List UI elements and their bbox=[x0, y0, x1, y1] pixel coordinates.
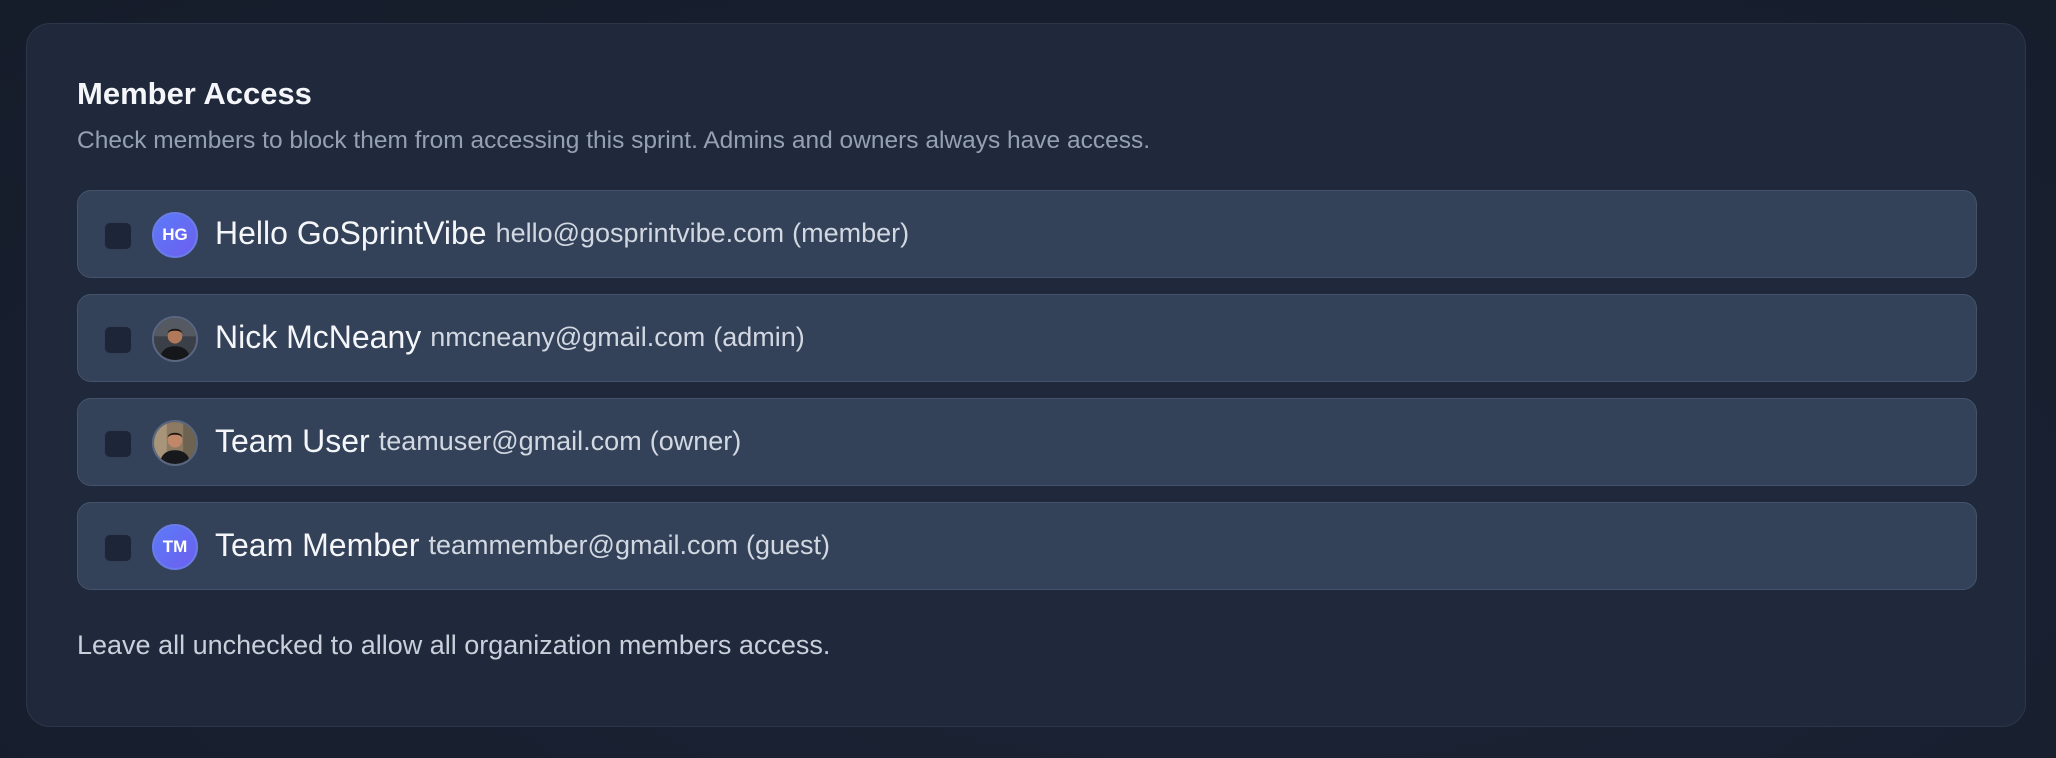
member-info: Nick McNeany nmcneany@gmail.com (admin) bbox=[215, 295, 805, 380]
user-photo-icon bbox=[154, 318, 196, 360]
member-info: Hello GoSprintVibe hello@gosprintvibe.co… bbox=[215, 191, 909, 276]
member-row-nick-mcneany[interactable]: Nick McNeany nmcneany@gmail.com (admin) bbox=[77, 294, 1977, 382]
section-title: Member Access bbox=[77, 76, 312, 111]
member-role: (member) bbox=[792, 218, 910, 248]
member-role: (guest) bbox=[746, 530, 831, 560]
member-email: teammember@gmail.com bbox=[428, 530, 739, 560]
member-checkbox[interactable] bbox=[104, 430, 132, 458]
avatar bbox=[152, 420, 198, 466]
member-info: Team Member teammember@gmail.com (guest) bbox=[215, 503, 830, 588]
user-photo-icon bbox=[154, 422, 196, 464]
member-checkbox[interactable] bbox=[104, 326, 132, 354]
avatar bbox=[152, 316, 198, 362]
member-email: hello@gosprintvibe.com bbox=[495, 218, 785, 248]
member-row-hello-gosprintvibe[interactable]: HG Hello GoSprintVibe hello@gosprintvibe… bbox=[77, 190, 1977, 278]
member-role: (admin) bbox=[713, 322, 805, 352]
member-email: teamuser@gmail.com bbox=[378, 426, 642, 456]
member-checkbox[interactable] bbox=[104, 222, 132, 250]
access-hint: Leave all unchecked to allow all organiz… bbox=[77, 630, 831, 660]
avatar: TM bbox=[152, 524, 198, 570]
member-row-team-user[interactable]: Team User teamuser@gmail.com (owner) bbox=[77, 398, 1977, 486]
member-name: Hello GoSprintVibe bbox=[215, 215, 487, 251]
member-name: Team User bbox=[215, 423, 370, 459]
member-name: Team Member bbox=[215, 527, 420, 563]
member-list: HG Hello GoSprintVibe hello@gosprintvibe… bbox=[77, 190, 1977, 606]
member-row-team-member[interactable]: TM Team Member teammember@gmail.com (gue… bbox=[77, 502, 1977, 590]
member-access-card: Member Access Check members to block the… bbox=[26, 23, 2026, 727]
section-description: Check members to block them from accessi… bbox=[77, 127, 1150, 154]
member-email: nmcneany@gmail.com bbox=[430, 322, 706, 352]
member-role: (owner) bbox=[649, 426, 742, 456]
avatar: HG bbox=[152, 212, 198, 258]
member-checkbox[interactable] bbox=[104, 534, 132, 562]
member-name: Nick McNeany bbox=[215, 319, 422, 355]
member-info: Team User teamuser@gmail.com (owner) bbox=[215, 399, 741, 484]
